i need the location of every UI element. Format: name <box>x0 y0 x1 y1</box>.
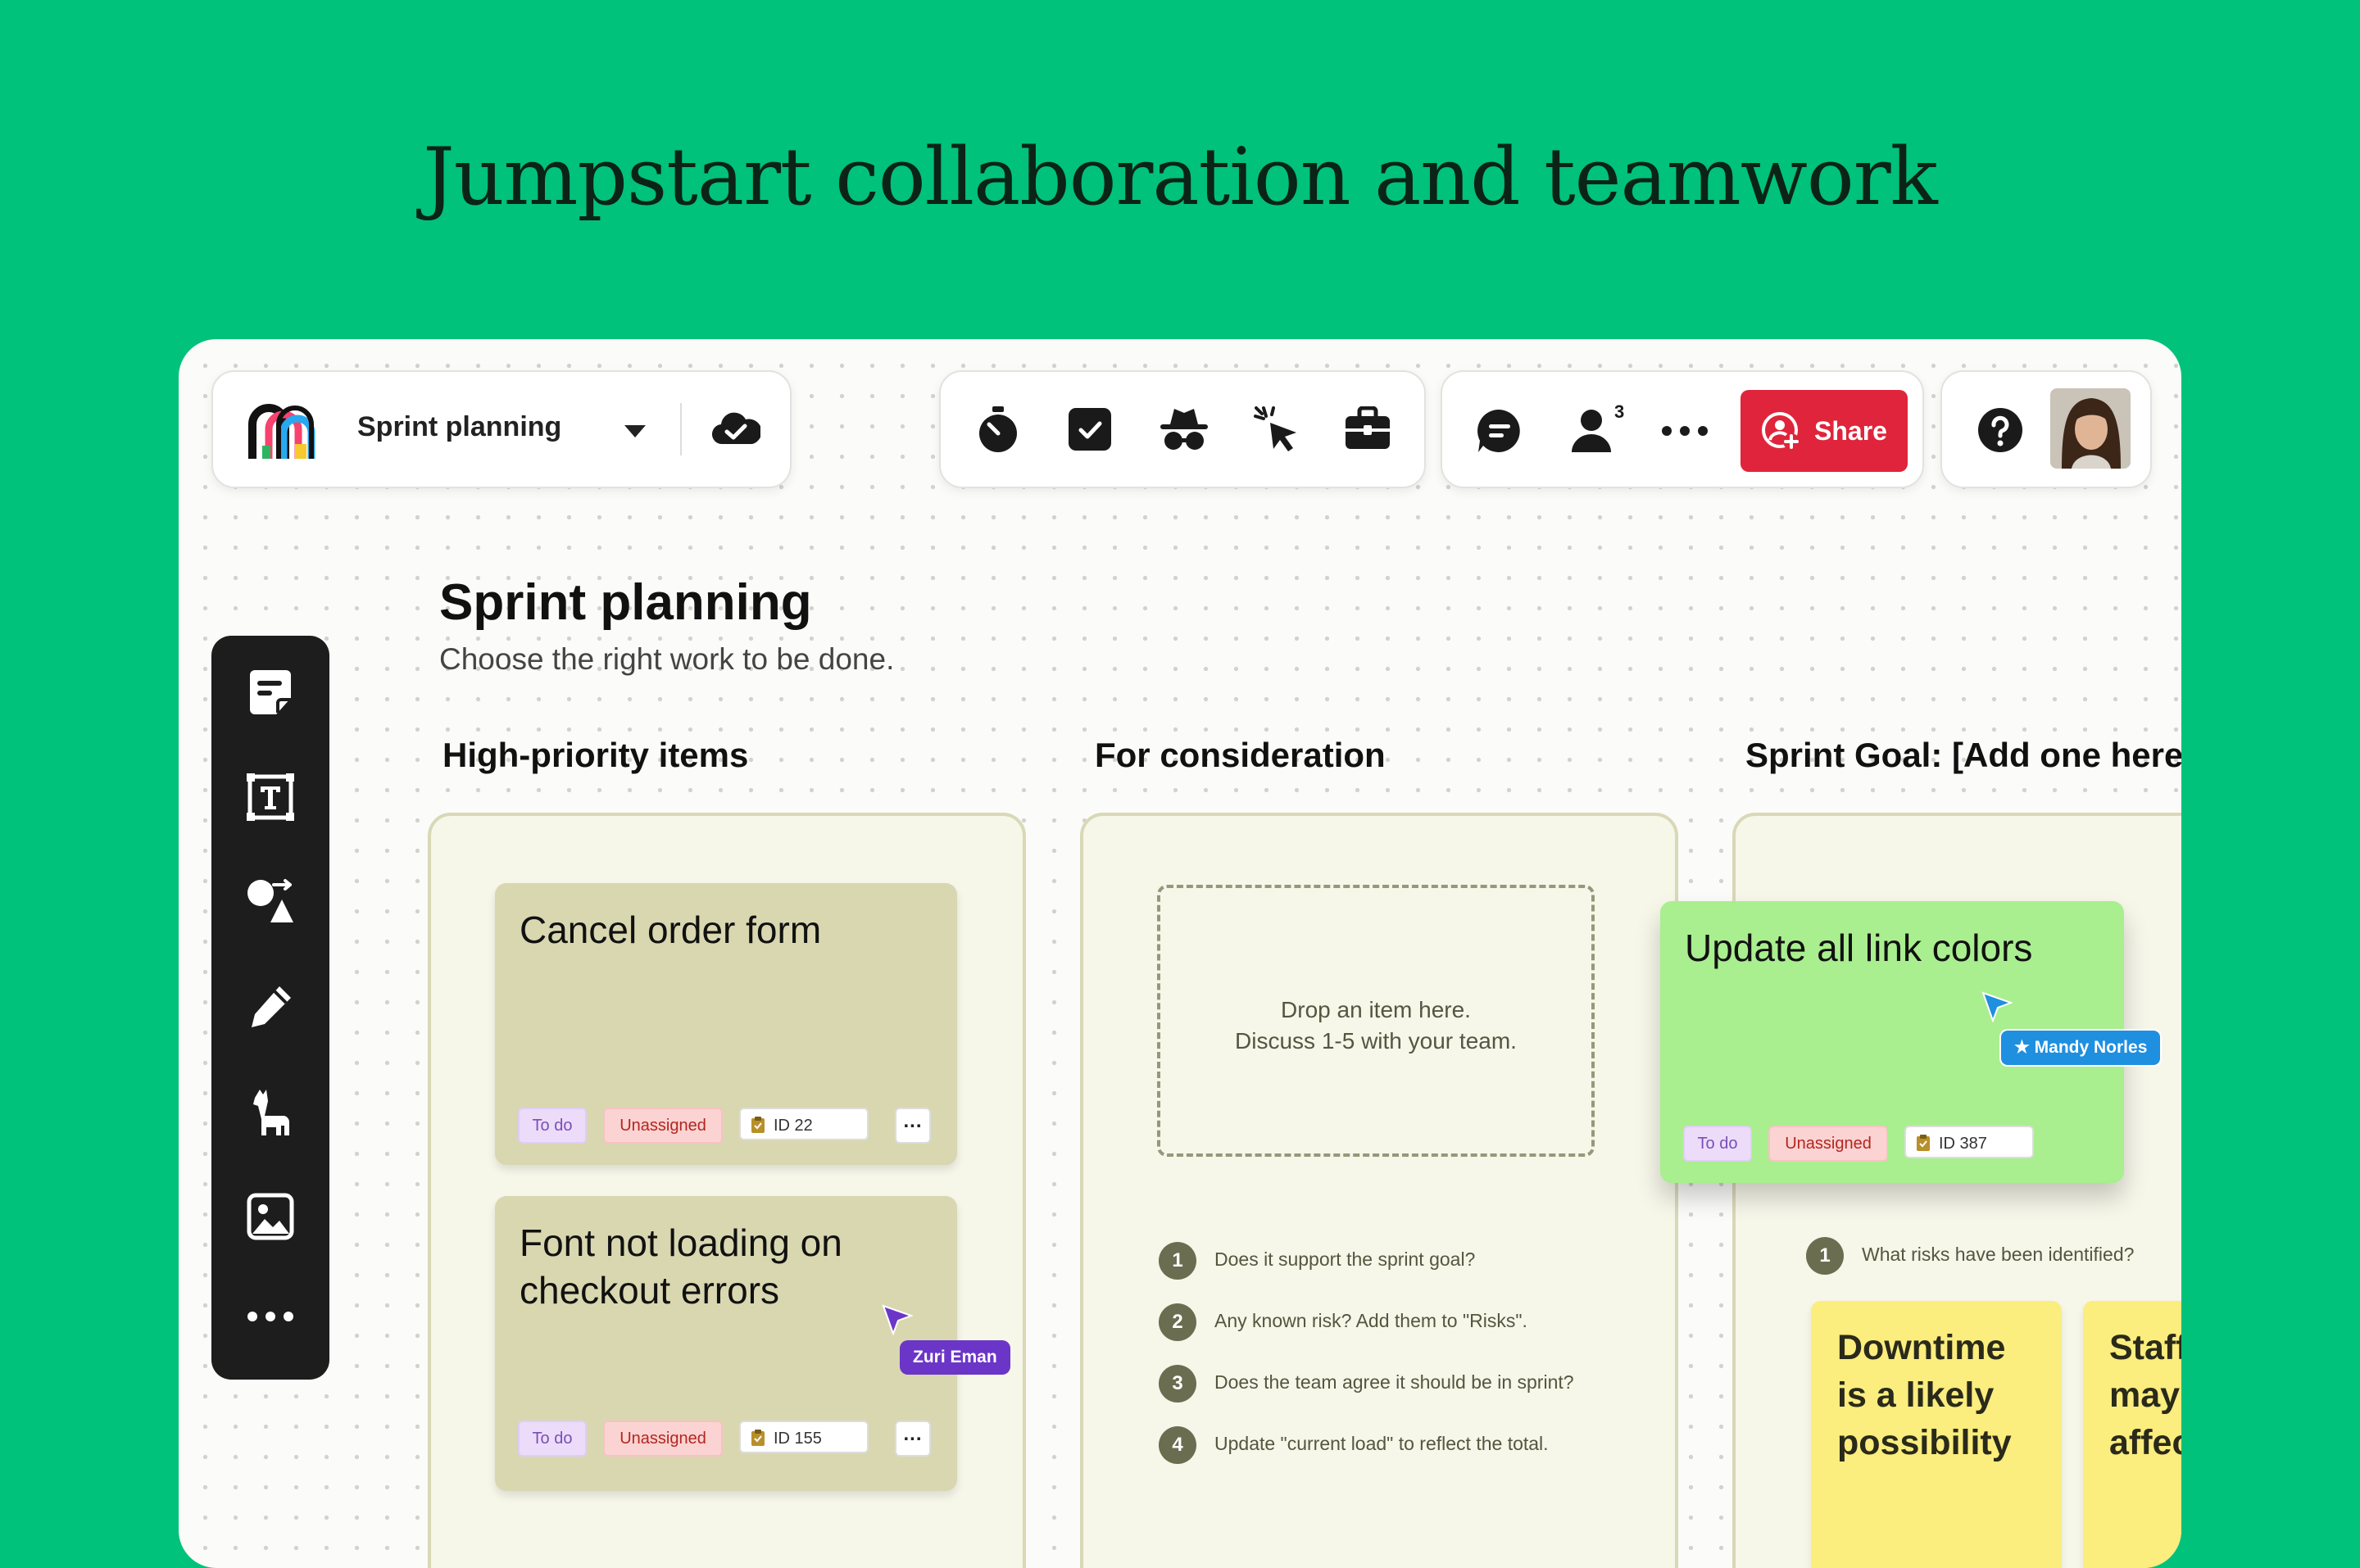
sticky-note-tool[interactable] <box>247 668 294 716</box>
drop-zone-line-2: Discuss 1-5 with your team. <box>1235 1028 1517 1054</box>
whiteboard-app: Sprint planning 3 Share Sprint planning … <box>179 339 2181 1568</box>
column-high-priority: Cancel order form To do Unassigned ID 22… <box>428 813 1026 1568</box>
assignee-badge[interactable]: Unassigned <box>603 1421 723 1457</box>
collaborator-name: Mandy Norles <box>2034 1038 2148 1057</box>
llama-tool[interactable] <box>247 1086 294 1137</box>
step-text: Does it support the sprint goal? <box>1214 1249 1476 1270</box>
collab-tools <box>939 370 1426 488</box>
id-label: ID 22 <box>774 1117 813 1135</box>
sticky-line-3: possibility <box>1837 1423 2012 1462</box>
collaborator-cursor-icon <box>1981 991 2013 1022</box>
card-font-not-loading[interactable]: Font not loading on checkout errors To d… <box>495 1196 957 1491</box>
comment-icon[interactable] <box>1477 408 1523 454</box>
checkbox-icon[interactable] <box>1067 406 1113 452</box>
status-badge[interactable]: To do <box>518 1108 587 1144</box>
share-button[interactable]: Share <box>1740 390 1908 472</box>
step-number: 2 <box>1159 1303 1196 1341</box>
more-tools[interactable] <box>247 1311 294 1322</box>
drop-zone[interactable]: Drop an item here. Discuss 1-5 with your… <box>1157 885 1595 1157</box>
step-number: 1 <box>1159 1241 1196 1280</box>
sticky-line-1: Staff <box>2109 1328 2181 1367</box>
status-badge[interactable]: To do <box>518 1421 587 1457</box>
avatar[interactable] <box>2050 388 2131 469</box>
share-label: Share <box>1814 416 1887 446</box>
shapes-tool[interactable] <box>246 878 295 926</box>
card-title: Update all link colors <box>1685 927 2033 969</box>
board-menu: Sprint planning <box>211 370 792 488</box>
people-icon[interactable] <box>1570 408 1618 454</box>
step-item: 3 Does the team agree it should be in spr… <box>1159 1362 1574 1403</box>
column-consideration: Drop an item here. Discuss 1-5 with your… <box>1080 813 1678 1568</box>
column-title-sprint-goal[interactable]: Sprint Goal: [Add one here <box>1745 736 2181 775</box>
card-title-line-1: Font not loading on <box>520 1221 842 1264</box>
app-logo-icon <box>248 404 315 459</box>
step-item: 4 Update "current load" to reflect the to… <box>1159 1423 1549 1464</box>
column-title-high-priority: High-priority items <box>442 736 749 774</box>
clipboard-icon <box>751 1117 765 1133</box>
add-user-icon <box>1762 412 1800 450</box>
step-text: Does the team agree it should be in spri… <box>1214 1371 1574 1393</box>
id-label: ID 155 <box>774 1430 822 1448</box>
headline: Jumpstart collaboration and teamwork <box>423 131 1938 223</box>
id-badge[interactable]: ID 155 <box>739 1421 869 1453</box>
chevron-down-icon[interactable] <box>623 423 647 439</box>
clipboard-icon <box>751 1430 765 1446</box>
more-icon[interactable] <box>1660 424 1709 437</box>
cloud-saved-icon[interactable] <box>711 410 760 447</box>
step-text: Any known risk? Add them to "Risks". <box>1214 1310 1527 1331</box>
collab-actions: 3 Share <box>1441 370 1924 488</box>
assignee-badge[interactable]: Unassigned <box>1768 1126 1888 1162</box>
step-number: 1 <box>1806 1236 1844 1275</box>
help-icon[interactable] <box>1976 406 2024 454</box>
sticky-line-1: Downtime <box>1837 1328 2006 1367</box>
toolbox-icon[interactable] <box>1344 406 1391 451</box>
board-name[interactable]: Sprint planning <box>357 411 561 443</box>
text-tool[interactable] <box>247 773 294 821</box>
card-more-button[interactable]: ... <box>895 1108 931 1144</box>
sticky-note[interactable]: Staff may affec <box>2083 1301 2181 1568</box>
sticky-note[interactable]: Downtime is a likely possibility <box>1811 1301 2062 1568</box>
divider <box>680 403 682 455</box>
consideration-steps: 1 Does it support the sprint goal? 2 Any k… <box>1159 1239 1650 1501</box>
collaborator-label: Zuri Eman <box>900 1340 1010 1375</box>
column-title-consideration: For consideration <box>1095 736 1386 774</box>
stopwatch-icon[interactable] <box>975 405 1021 454</box>
cursor-click-icon[interactable] <box>1252 405 1301 454</box>
status-badge[interactable]: To do <box>1683 1126 1752 1162</box>
board-title: Sprint planning <box>439 574 812 631</box>
card-cancel-order-form[interactable]: Cancel order form To do Unassigned ID 22… <box>495 883 957 1165</box>
collaborator-label: ★ Mandy Norles <box>1999 1029 2163 1067</box>
step-text: Update "current load" to reflect the tot… <box>1214 1433 1549 1454</box>
left-toolbar <box>211 636 329 1380</box>
collaborator-cursor-icon <box>882 1304 913 1335</box>
step-number: 3 <box>1159 1364 1196 1403</box>
assignee-badge[interactable]: Unassigned <box>603 1108 723 1144</box>
clipboard-icon <box>1917 1135 1930 1151</box>
id-badge[interactable]: ID 22 <box>739 1108 869 1140</box>
step-number: 4 <box>1159 1425 1196 1464</box>
board-subtitle: Choose the right work to be done. <box>439 642 895 676</box>
card-title-line-2: checkout errors <box>520 1269 780 1312</box>
id-label: ID 387 <box>1939 1135 1987 1153</box>
user-menu <box>1940 370 2152 488</box>
step-item: 1 What risks have been identified? <box>1806 1234 2134 1275</box>
id-badge[interactable]: ID 387 <box>1904 1126 2034 1158</box>
card-title: Cancel order form <box>520 909 822 951</box>
step-text: What risks have been identified? <box>1862 1244 2135 1265</box>
sticky-line-2: may <box>2109 1375 2181 1415</box>
pen-tool[interactable] <box>247 983 294 1031</box>
sticky-line-3: affec <box>2109 1423 2181 1462</box>
star-icon: ★ <box>2014 1038 2030 1057</box>
step-item: 1 Does it support the sprint goal? <box>1159 1239 1475 1280</box>
sticky-line-2: is a likely <box>1837 1375 1995 1415</box>
people-count: 3 <box>1614 401 1625 422</box>
drop-zone-line-1: Drop an item here. <box>1281 997 1471 1022</box>
step-item: 2 Any known risk? Add them to "Risks". <box>1159 1300 1527 1341</box>
image-tool[interactable] <box>247 1193 294 1240</box>
card-title: Font not loading on checkout errors <box>520 1219 842 1314</box>
incognito-icon[interactable] <box>1159 406 1210 452</box>
card-more-button[interactable]: ... <box>895 1421 931 1457</box>
